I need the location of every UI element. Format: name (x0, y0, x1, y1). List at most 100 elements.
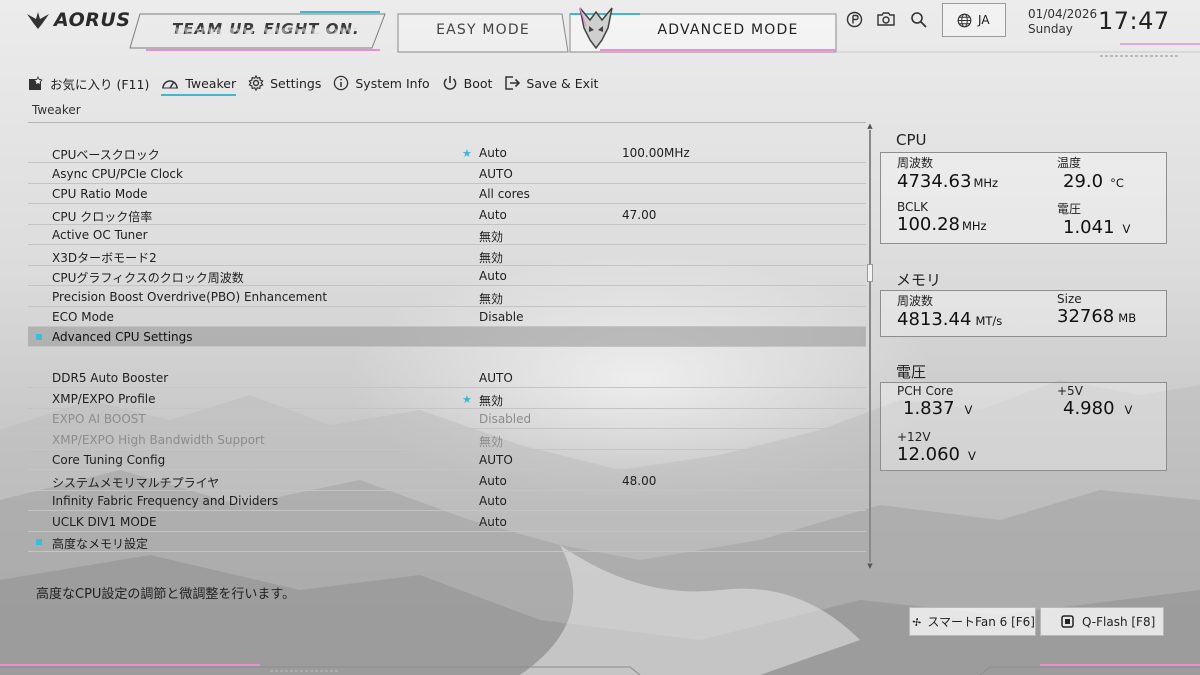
monitor-cpu-box: 周波数 4734.63 MHz 温度 29.0 °C BCLK 100.28 MHz … (880, 152, 1167, 244)
cpu-voltage: 電圧 1.041 V (1057, 200, 1130, 238)
memory-frequency: 周波数 4813.44 MT/s (897, 292, 1002, 330)
cpu-voltage-unit: V (1122, 222, 1131, 236)
setting-row-cpu-ratio-mode[interactable]: CPU Ratio Mode All cores (28, 184, 866, 204)
qflash-button[interactable]: Q-Flash [F8] (1040, 607, 1164, 636)
setting-name: 高度なメモリ設定 (52, 537, 149, 551)
tab-save-exit[interactable]: Save & Exit (504, 72, 598, 94)
eagle-logo-icon (27, 12, 49, 29)
smart-fan-button[interactable]: スマートFan 6 [F6] (909, 607, 1036, 636)
memory-frequency-value: 4813.44 (897, 309, 972, 330)
top-header: AORUS TEAM UP. FIGHT ON. TEAM UP. FIGHT … (0, 0, 1200, 62)
monitor-voltage-title: 電圧 (896, 363, 927, 381)
setting-row-x3d-turbo[interactable]: X3Dターボモード2 無効 (28, 246, 866, 266)
setting-value[interactable]: AUTO (479, 167, 513, 181)
setting-row-eco-mode[interactable]: ECO Mode Disable (28, 307, 866, 327)
settings-scrollbar[interactable]: ▲ ▼ (866, 122, 874, 570)
language-selector[interactable]: JA (942, 3, 1006, 37)
qflash-icon[interactable] (845, 10, 863, 28)
memory-size-value: 32768 (1057, 306, 1115, 327)
setting-name: Advanced CPU Settings (52, 330, 193, 344)
setting-value[interactable]: 無効 (479, 228, 503, 245)
favorites-icon (29, 75, 43, 90)
plus5v-value: 4.980 (1063, 398, 1115, 419)
easy-mode-tab[interactable]: EASY MODE (397, 8, 569, 52)
search-icon[interactable] (909, 10, 927, 28)
setting-value: Disabled (479, 412, 532, 426)
favorite-star-icon[interactable]: ★ (462, 393, 472, 406)
tab-tweaker[interactable]: Tweaker (161, 72, 236, 96)
header-toolbar (845, 10, 927, 28)
submenu-advanced-memory-settings[interactable]: 高度なメモリ設定 (28, 532, 866, 552)
setting-value[interactable]: Disable (479, 310, 524, 324)
clock-time: 17:47 (1098, 7, 1170, 35)
aorus-eagle-icon (579, 7, 613, 50)
setting-value[interactable]: Auto (479, 474, 507, 488)
plus5v-label: +5V (1057, 384, 1083, 398)
brand-name: AORUS (54, 9, 131, 31)
setting-row-ddr5-auto-booster[interactable]: DDR5 Auto Booster AUTO (28, 368, 866, 388)
monitor-voltage-box: PCH Core 1.837 V +5V 4.980 V +12V 12.060 V (880, 382, 1167, 471)
setting-row-cpu-base-clock[interactable]: CPUベースクロック ★ Auto 100.00MHz (28, 143, 866, 163)
settings-list: CPUベースクロック ★ Auto 100.00MHz Async CPU/PC… (28, 122, 866, 568)
setting-row-active-oc-tuner[interactable]: Active OC Tuner 無効 (28, 225, 866, 245)
favorite-star-icon[interactable]: ★ (462, 147, 472, 160)
tab-settings[interactable]: Settings (248, 72, 321, 94)
globe-icon (957, 13, 972, 27)
setting-row-core-tuning-config[interactable]: Core Tuning Config AUTO (28, 450, 866, 470)
setting-row-cpu-multiplier[interactable]: CPU クロック倍率 Auto 47.00 (28, 205, 866, 225)
cpu-bclk-label: BCLK (897, 200, 928, 214)
setting-value[interactable]: 無効 (479, 249, 503, 266)
setting-value[interactable]: Auto (479, 515, 507, 529)
tab-system-info[interactable]: System Info (333, 72, 430, 94)
scroll-down-icon[interactable]: ▼ (866, 562, 874, 570)
setting-value[interactable]: AUTO (479, 371, 513, 385)
tab-system-info-label: System Info (355, 75, 430, 91)
setting-name: Core Tuning Config (52, 453, 166, 467)
setting-value[interactable]: All cores (479, 187, 530, 201)
setting-name: CPU Ratio Mode (52, 187, 148, 201)
cpu-frequency-label: 周波数 (897, 156, 934, 170)
monitor-memory-title: メモリ (896, 271, 942, 289)
setting-value[interactable]: 無効 (479, 392, 503, 409)
setting-row-uclk-div1[interactable]: UCLK DIV1 MODE Auto (28, 512, 866, 532)
plus12v-voltage: +12V 12.060 V (897, 430, 976, 465)
setting-row-async-clock[interactable]: Async CPU/PCIe Clock AUTO (28, 164, 866, 184)
cpu-temperature: 温度 29.0 °C (1057, 154, 1124, 192)
submenu-marker-icon (36, 539, 42, 545)
setting-row-pbo-enhancement[interactable]: Precision Boost Overdrive(PBO) Enhanceme… (28, 287, 866, 307)
setting-value[interactable]: Auto (479, 494, 507, 508)
setting-row-expo-ai-boost: EXPO AI BOOST Disabled (28, 409, 866, 429)
tab-save-exit-label: Save & Exit (526, 75, 599, 91)
memory-frequency-unit: MT/s (975, 314, 1003, 328)
setting-value[interactable]: 無効 (479, 290, 503, 307)
setting-row-memory-multiplier[interactable]: システムメモリマルチプライヤ Auto 48.00 (28, 471, 866, 491)
setting-value[interactable]: Auto (479, 208, 507, 222)
monitor-cpu-title: CPU (896, 131, 927, 149)
cpu-temperature-unit: °C (1110, 176, 1124, 190)
scroll-thumb[interactable] (867, 264, 873, 282)
scroll-up-icon[interactable]: ▲ (866, 122, 874, 130)
setting-value[interactable]: Auto (479, 269, 507, 283)
cpu-temperature-value: 29.0 (1063, 171, 1104, 192)
submenu-advanced-cpu-settings[interactable]: Advanced CPU Settings (28, 327, 866, 347)
tab-favorites[interactable]: お気に入り (F11) (28, 72, 149, 94)
info-icon (334, 75, 349, 91)
setting-value[interactable]: Auto (479, 146, 507, 160)
cpu-voltage-value: 1.041 (1063, 217, 1115, 238)
gauge-icon (162, 80, 179, 89)
setting-name: EXPO AI BOOST (52, 412, 146, 426)
advanced-mode-tab[interactable]: ADVANCED MODE (570, 7, 836, 52)
setting-value[interactable]: AUTO (479, 453, 513, 467)
setting-row-igpu-clock[interactable]: CPUグラフィクスのクロック周波数 Auto (28, 266, 866, 286)
memory-size-label: Size (1057, 292, 1082, 306)
plus12v-label: +12V (897, 430, 931, 444)
camera-icon[interactable] (877, 10, 895, 28)
memory-frequency-label: 周波数 (897, 294, 934, 308)
tab-boot[interactable]: Boot (442, 72, 492, 94)
plus5v-voltage: +5V 4.980 V (1057, 384, 1132, 419)
setting-name: Active OC Tuner (52, 228, 148, 242)
setting-row-xmp-expo-profile[interactable]: XMP/EXPO Profile ★ 無効 (28, 389, 866, 409)
help-description: 高度なCPU設定の調節と微調整を行います。 (36, 587, 296, 602)
tab-settings-label: Settings (270, 75, 322, 91)
setting-row-infinity-fabric[interactable]: Infinity Fabric Frequency and Dividers A… (28, 491, 866, 511)
